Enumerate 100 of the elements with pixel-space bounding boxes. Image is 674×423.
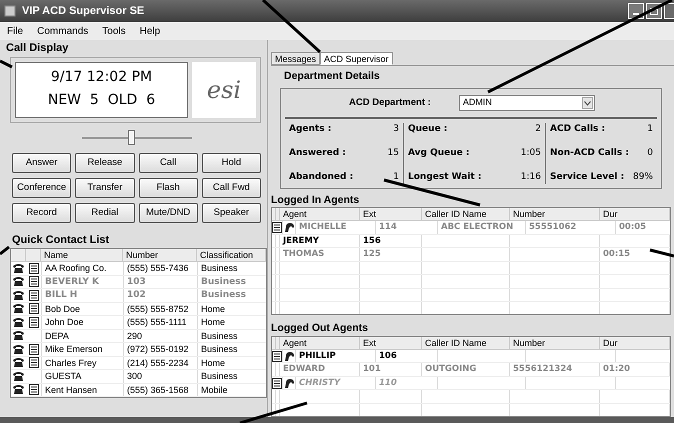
column-header[interactable]: Ext [360,208,422,220]
table-cell: PHILLIP [299,350,336,361]
column-header[interactable]: Dur [600,336,670,349]
phone-button[interactable]: Call Fwd [202,178,261,198]
menu-item[interactable]: Help [140,24,160,38]
stat-value: 1:05 [520,146,541,160]
column-header[interactable]: Number [510,336,600,349]
telephone-icon [12,290,25,301]
slider-thumb[interactable] [128,130,135,144]
table-cell: Business [201,263,238,273]
table-cell: 300 [127,371,142,381]
telephone-icon [12,370,25,382]
table-cell: 290 [127,330,142,340]
stat-label: ACD Calls : [550,123,606,136]
column-header[interactable]: Number [123,249,197,261]
telephone-icon [12,303,25,314]
table-cell: 103 [127,276,146,286]
table-cell: 156 [363,236,381,246]
table-cell: 55551062 [529,222,576,232]
menu-item[interactable]: Tools [102,24,126,38]
field-label: ACD Department : [349,96,431,110]
table-cell: 114 [379,222,397,232]
table-cell: BILL H [45,290,78,300]
stat-value: 15 [388,146,399,160]
list-icon [28,316,38,328]
table-cell: (972) 555-0192 [127,344,189,354]
logo-text: esi [206,75,242,106]
headset-icon [283,222,295,233]
leader-line [650,248,674,258]
column-header[interactable]: Number [510,208,600,220]
section-title: Logged Out Agents [271,320,370,336]
table-cell: GUESTA [45,371,82,381]
table-cell: Charles Frey [45,358,97,368]
headset-icon [283,350,295,362]
column-header[interactable]: Agent [280,336,360,349]
list-icon [28,303,38,314]
menu-item[interactable]: Commands [37,24,88,38]
table-cell: (555) 555-7436 [127,263,189,273]
table-cell: 102 [127,290,146,300]
tab[interactable]: Messages [271,52,320,65]
column-header[interactable]: Name [41,249,123,261]
table-cell: CHRISTY [299,378,340,388]
column-header[interactable]: Caller ID Name [422,208,510,220]
leader-line [240,402,308,423]
phone-button[interactable]: Record [12,203,72,223]
telephone-icon [12,330,25,342]
phone-button[interactable]: Call [138,153,198,173]
list-icon [28,384,38,396]
table-cell: BEVERLY K [45,276,100,286]
stat-value: 89% [632,170,653,184]
stat-label: Service Level : [550,170,624,184]
stat-value: 3 [393,123,399,136]
phone-button[interactable]: Flash [138,178,198,198]
column-header[interactable]: Caller ID Name [422,336,510,349]
phone-button[interactable]: Speaker [202,203,261,223]
tab[interactable]: ACD Supervisor [320,52,393,65]
table-cell: 01:20 [603,364,630,374]
phone-button[interactable]: Release [75,153,134,173]
table-cell: JEREMY [283,236,319,246]
phone-button[interactable]: Transfer [75,178,134,198]
table-cell: DEPA [45,330,69,340]
table-cell: Home [201,317,226,327]
stat-value: 1 [393,170,399,184]
table-cell: Business [201,276,246,286]
telephone-icon [12,262,25,274]
table-cell: Mike Emerson [45,344,103,354]
stat-label: Longest Wait : [408,170,482,184]
telephone-icon [12,384,25,396]
column-header[interactable]: Ext [360,336,422,349]
table-cell: 110 [379,378,397,388]
window-title: VIP ACD Supervisor SE [22,4,144,19]
section-title: Logged In Agents [271,194,360,208]
list-icon [28,357,38,368]
phone-button[interactable]: Hold [202,153,261,173]
table-cell: Home [201,304,226,314]
display-text: 9/17 12:02 PM [50,68,152,87]
telephone-icon [12,316,25,328]
phone-button[interactable]: Redial [75,203,134,223]
column-header[interactable]: Agent [280,208,360,220]
volume-slider[interactable] [82,130,192,144]
table-cell: THOMAS [283,249,324,260]
stat-label: Queue : [408,123,448,136]
menu-item[interactable]: File [7,24,24,38]
phone-button[interactable]: Mute/DND [138,203,198,223]
table-cell: (555) 555-8752 [127,304,189,314]
table-cell: Business [201,290,246,300]
column-header[interactable]: Classification [197,249,266,261]
table-cell: (555) 365-1568 [127,384,189,394]
list-icon [28,276,38,288]
table-cell: OUTGOING [425,364,476,374]
department-dropdown[interactable]: ADMIN [458,95,595,111]
table-cell: EDWARD [283,364,326,374]
phone-button[interactable]: Conference [12,178,72,198]
column-header[interactable]: Dur [600,208,670,220]
table-cell: Mobile [201,384,228,394]
phone-button[interactable]: Answer [12,153,72,173]
stat-value: 1:16 [520,170,541,184]
table-cell: MICHELLE [299,222,346,232]
stat-label: Agents : [289,123,332,136]
section-title: Quick Contact List [12,233,110,248]
